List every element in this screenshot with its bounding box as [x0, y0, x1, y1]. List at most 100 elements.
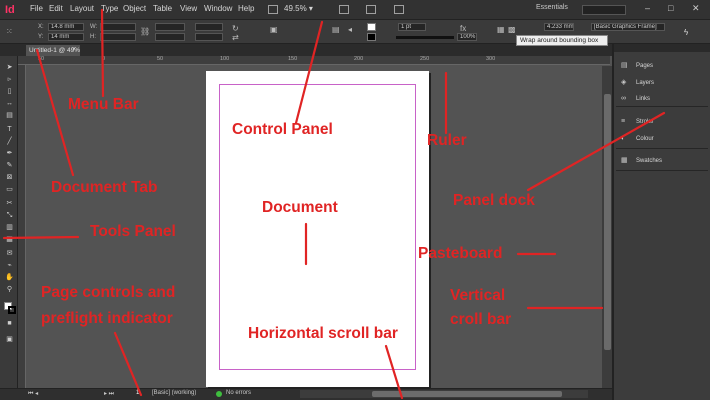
- constrain-proportions-icon[interactable]: ⛓: [140, 27, 150, 37]
- stroke-swatch[interactable]: [367, 33, 376, 41]
- zoom-level-dropdown[interactable]: 49.5% ▾: [284, 4, 330, 16]
- gradient-swatch-tool-icon[interactable]: ▥: [4, 224, 15, 232]
- pages-icon: ▤: [621, 62, 628, 69]
- dock-collapse-bar[interactable]: [614, 44, 710, 52]
- note-tool-icon[interactable]: ✉: [4, 250, 15, 258]
- preflight-status[interactable]: No errors: [226, 390, 251, 396]
- flip-icon[interactable]: ⇄: [232, 33, 239, 43]
- indesign-logo-icon: Id: [5, 4, 15, 16]
- line-tool-icon[interactable]: ╱: [4, 138, 15, 146]
- menu-view[interactable]: View: [180, 4, 197, 13]
- maximize-icon[interactable]: □: [668, 3, 673, 13]
- menu-object[interactable]: Object: [123, 4, 146, 13]
- apply-color-icon[interactable]: ■: [4, 320, 15, 328]
- page-navigation-controls[interactable]: ⏮ ◂: [28, 390, 38, 398]
- selection-tool-icon[interactable]: ➤: [4, 64, 15, 72]
- menu-edit[interactable]: Edit: [49, 4, 63, 13]
- ruler-tick: 150: [288, 56, 298, 62]
- screen-mode-normal-icon[interactable]: ▣: [4, 336, 15, 344]
- ruler-tick: 200: [354, 56, 364, 62]
- menu-table[interactable]: Table: [153, 4, 172, 13]
- pen-tool-icon[interactable]: ✒: [4, 150, 15, 158]
- next-page-controls[interactable]: ▸ ⏭: [104, 390, 114, 398]
- dock-item-stroke[interactable]: Stroke: [636, 119, 653, 125]
- horizontal-scroll-thumb[interactable]: [372, 391, 562, 397]
- dock-item-swatches[interactable]: Swatches: [636, 158, 662, 164]
- annotation-document-tab: Document Tab: [51, 179, 158, 196]
- select-previous-icon[interactable]: ◂: [348, 25, 352, 35]
- stroke-type-selector[interactable]: [396, 36, 454, 39]
- zoom-tool-icon[interactable]: ⚲: [4, 286, 15, 294]
- direct-selection-tool-icon[interactable]: ▹: [4, 76, 15, 84]
- select-container-icon[interactable]: ▣: [270, 25, 278, 35]
- minimize-icon[interactable]: –: [645, 3, 650, 13]
- reference-point-icon[interactable]: ⁙: [6, 27, 13, 37]
- height-field[interactable]: [100, 33, 136, 41]
- dock-item-colour[interactable]: Colour: [636, 136, 654, 142]
- ruler-tick: 50: [38, 56, 45, 62]
- menu-layout[interactable]: Layout: [70, 4, 94, 13]
- scissors-tool-icon[interactable]: ✂: [4, 200, 15, 208]
- quick-apply-icon[interactable]: ϟ: [684, 28, 688, 38]
- type-tool-icon[interactable]: T: [4, 126, 15, 134]
- tooltip: Wrap around bounding box: [516, 35, 608, 46]
- horizontal-ruler[interactable]: 50 0 50 100 150 200 250 300: [18, 56, 610, 65]
- rotation-field[interactable]: [195, 23, 223, 31]
- eyedropper-tool-icon[interactable]: ⌁: [4, 262, 15, 270]
- pencil-tool-icon[interactable]: ✎: [4, 162, 15, 170]
- stroke-weight-field[interactable]: 1 pt: [398, 23, 426, 31]
- rectangle-frame-tool-icon[interactable]: ⊠: [4, 174, 15, 182]
- dock-item-layers[interactable]: Layers: [636, 80, 654, 86]
- view-options-icon[interactable]: [339, 5, 349, 14]
- annotation-page-controls-line1: Page controls and: [41, 284, 176, 301]
- arrange-documents-icon[interactable]: [394, 5, 404, 14]
- object-style-dropdown[interactable]: [Basic Graphics Frame]: [591, 23, 665, 31]
- fill-swatch[interactable]: [367, 23, 376, 31]
- opacity-field[interactable]: 100%: [457, 33, 477, 41]
- annotation-vertical-scroll-line1: Vertical: [450, 287, 506, 304]
- content-collector-icon[interactable]: ▤: [4, 112, 15, 120]
- x-position-field[interactable]: 14.8 mm: [48, 23, 84, 31]
- page-number[interactable]: 1: [136, 390, 139, 396]
- annotation-tools-panel: Tools Panel: [90, 223, 176, 240]
- search-input[interactable]: [582, 5, 626, 15]
- vertical-scroll-thumb[interactable]: [604, 94, 611, 350]
- gradient-feather-tool-icon[interactable]: ▦: [4, 236, 15, 244]
- rectangle-tool-icon[interactable]: ▭: [4, 186, 15, 194]
- annotation-horizontal-scroll: Horizontal scroll bar: [248, 325, 398, 342]
- bridge-icon[interactable]: [268, 5, 278, 14]
- page-tool-icon[interactable]: ▯: [4, 88, 15, 96]
- dock-item-pages[interactable]: Pages: [636, 63, 653, 69]
- zoom-level-value: 49.5%: [284, 4, 307, 13]
- auto-fit-offset-field[interactable]: 4.233 mm: [544, 23, 574, 31]
- menu-type[interactable]: Type: [101, 4, 118, 13]
- text-wrap-bounding-box-icon[interactable]: ▩: [508, 25, 516, 35]
- width-field[interactable]: [100, 23, 136, 31]
- menu-file[interactable]: File: [30, 4, 43, 13]
- width-label: W:: [90, 24, 98, 30]
- dock-panel-group: [616, 53, 708, 107]
- menu-help[interactable]: Help: [238, 4, 254, 13]
- shear-field[interactable]: [195, 33, 223, 41]
- menu-window[interactable]: Window: [204, 4, 232, 13]
- ruler-tick: 0: [102, 56, 106, 62]
- workspace-switcher[interactable]: Essentials: [536, 4, 568, 11]
- close-window-icon[interactable]: ✕: [692, 3, 700, 14]
- close-tab-icon[interactable]: ×: [72, 46, 76, 53]
- dock-item-links[interactable]: Links: [636, 96, 650, 102]
- y-position-field[interactable]: 14 mm: [48, 33, 84, 41]
- gap-tool-icon[interactable]: ↔: [4, 100, 15, 108]
- annotation-vertical-scroll-line2: croll bar: [450, 311, 512, 328]
- vertical-ruler[interactable]: [18, 65, 26, 388]
- y-label: Y:: [38, 34, 44, 40]
- text-wrap-none-icon[interactable]: ▦: [497, 25, 505, 35]
- master-page-dropdown[interactable]: [Basic] (working): [152, 390, 196, 396]
- hand-tool-icon[interactable]: ✋: [4, 274, 15, 282]
- free-transform-tool-icon[interactable]: ⤡: [4, 212, 15, 220]
- select-content-icon[interactable]: ▤: [332, 25, 340, 35]
- scale-x-field[interactable]: [155, 23, 185, 31]
- screen-mode-icon[interactable]: [366, 5, 376, 14]
- annotation-menu-bar: Menu Bar: [68, 96, 139, 113]
- scale-y-field[interactable]: [155, 33, 185, 41]
- stroke-color-icon[interactable]: [8, 306, 16, 314]
